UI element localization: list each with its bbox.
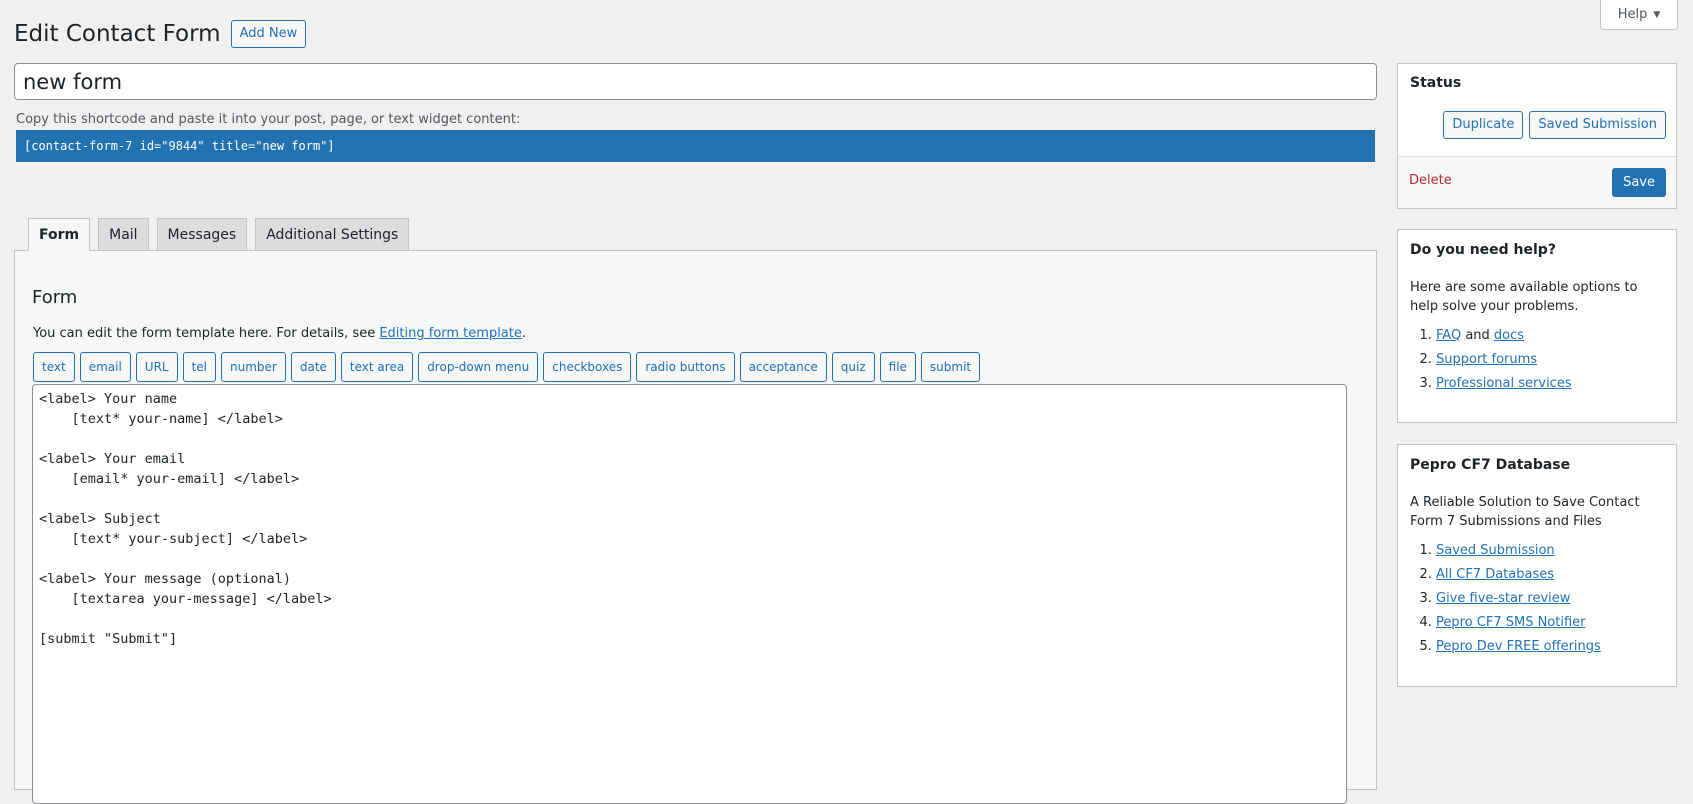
shortcode-hint: Copy this shortcode and paste it into yo… [16,112,521,127]
tab-mail[interactable]: Mail [98,218,149,250]
help-box: Do you need help? Here are some availabl… [1397,229,1677,423]
form-panel-description: You can edit the form template here. For… [33,326,526,341]
tag-button-email[interactable]: email [79,352,131,382]
cf7-database-links: Saved Submission All CF7 Databases Give … [1410,541,1664,656]
help-options-list: FAQ and docs Support forums Professional… [1410,326,1664,393]
add-new-button[interactable]: Add New [230,20,307,48]
tag-button-text-area[interactable]: text area [340,352,414,382]
help-box-title: Do you need help? [1410,242,1556,258]
editing-form-template-link[interactable]: Editing form template [379,326,522,341]
description-text: You can edit the form template here. For… [33,326,380,341]
page-header: Edit Contact Form Add New [14,20,307,48]
free-offerings-link[interactable]: Pepro Dev FREE offerings [1436,639,1601,654]
status-title: Status [1410,75,1462,91]
status-actions: Duplicate Saved Submission [1443,111,1666,139]
list-item: Professional services [1436,374,1664,393]
help-tab-button[interactable]: Help ▼ [1600,0,1678,30]
page-title: Edit Contact Form [14,21,221,47]
duplicate-button[interactable]: Duplicate [1443,111,1524,139]
help-tab-label: Help [1617,7,1648,22]
faq-link[interactable]: FAQ [1436,328,1461,343]
cf7-database-text: A Reliable Solution to Save Contact Form… [1410,495,1640,529]
list-item: Saved Submission [1436,541,1664,560]
tag-button-number[interactable]: number [221,352,286,382]
saved-submission-link[interactable]: Saved Submission [1436,543,1555,558]
description-suffix: . [521,326,527,341]
tag-button-date[interactable]: date [290,352,336,382]
status-box: Status Duplicate Saved Submission Delete… [1397,63,1677,209]
tag-button-url[interactable]: URL [135,352,178,382]
shortcode-field[interactable]: [contact-form-7 id="9844" title="new for… [16,130,1375,162]
tag-button-drop-down-menu[interactable]: drop-down menu [418,352,539,382]
main-column: Copy this shortcode and paste it into yo… [14,63,1377,162]
five-star-review-link[interactable]: Give five-star review [1436,591,1570,606]
tag-button-checkboxes[interactable]: checkboxes [543,352,632,382]
tag-button-radio-buttons[interactable]: radio buttons [636,352,735,382]
tag-generator-buttons: text email URL tel number date text area… [33,352,981,382]
tag-button-file[interactable]: file [879,352,916,382]
and-text: and [1461,328,1494,343]
help-box-text: Here are some available options to help … [1410,280,1638,314]
list-item: Pepro CF7 SMS Notifier [1436,613,1664,632]
form-panel: Form You can edit the form template here… [14,250,1377,804]
docs-link[interactable]: docs [1494,328,1524,343]
delete-link[interactable]: Delete [1409,173,1452,188]
list-item: Give five-star review [1436,589,1664,608]
form-panel-heading: Form [32,287,78,308]
sms-notifier-link[interactable]: Pepro CF7 SMS Notifier [1436,615,1586,630]
tag-button-tel[interactable]: tel [182,352,217,382]
list-item: FAQ and docs [1436,326,1664,345]
editor-tabs: Form Mail Messages Additional Settings [14,218,410,251]
cf7-database-box: Pepro CF7 Database A Reliable Solution t… [1397,444,1677,687]
form-title-input[interactable] [14,63,1377,100]
tag-button-submit[interactable]: submit [920,352,981,382]
support-forums-link[interactable]: Support forums [1436,352,1537,367]
tag-button-quiz[interactable]: quiz [831,352,875,382]
tab-additional-settings[interactable]: Additional Settings [255,218,410,250]
tag-button-acceptance[interactable]: acceptance [739,352,827,382]
professional-services-link[interactable]: Professional services [1436,376,1572,391]
form-template-editor[interactable]: <label> Your name [text* your-name] </la… [32,384,1347,804]
cf7-database-title: Pepro CF7 Database [1410,457,1571,473]
tab-form[interactable]: Form [28,218,91,251]
status-footer: Delete Save [1398,156,1676,208]
list-item: Support forums [1436,350,1664,369]
tab-messages[interactable]: Messages [156,218,248,250]
all-cf7-databases-link[interactable]: All CF7 Databases [1436,567,1554,582]
save-button[interactable]: Save [1612,168,1666,197]
list-item: Pepro Dev FREE offerings [1436,637,1664,656]
saved-submission-button[interactable]: Saved Submission [1529,111,1666,139]
list-item: All CF7 Databases [1436,565,1664,584]
caret-down-icon: ▼ [1653,9,1661,20]
tag-button-text[interactable]: text [33,352,75,382]
